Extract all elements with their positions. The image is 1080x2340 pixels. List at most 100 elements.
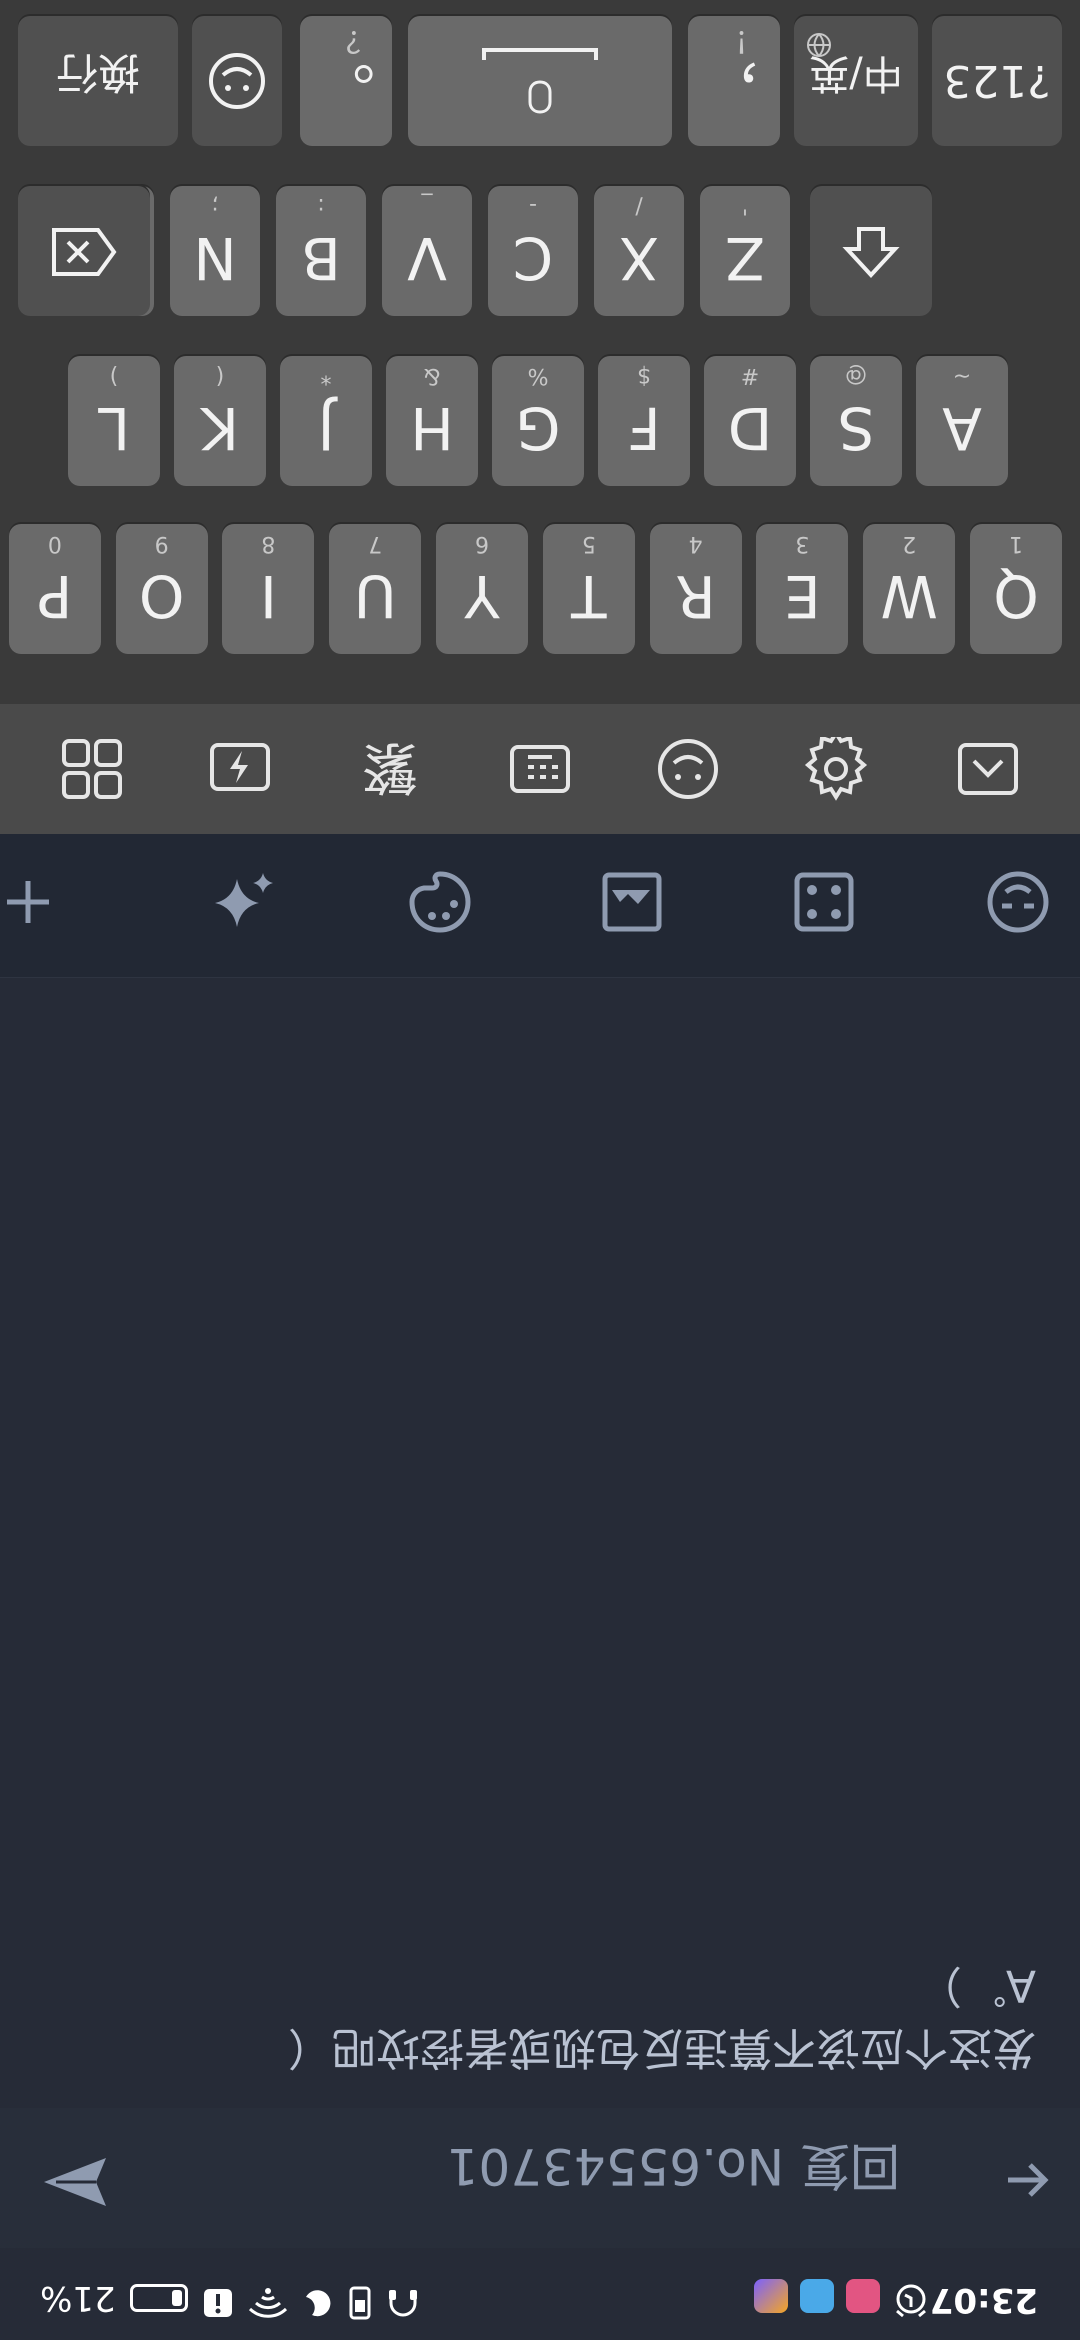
key-o[interactable]: O9 (115, 524, 208, 654)
period-key-sub: ？ (331, 23, 361, 58)
key-label: V (407, 224, 447, 292)
key-label: K (200, 394, 240, 462)
key-a[interactable]: A ~ (916, 356, 1008, 486)
key-secondary-label: 8 (261, 531, 276, 556)
emoji-face-icon[interactable] (648, 729, 728, 809)
comma-key[interactable]: ， ！ (688, 16, 780, 146)
key-secondary-label: ; (211, 193, 219, 218)
key-label: J (317, 394, 335, 462)
status-time: 23:07 (929, 2280, 1038, 2320)
status-right-icons: 21% (40, 2277, 420, 2320)
status-left-icons (754, 2273, 930, 2320)
wifi-icon (248, 2278, 288, 2319)
key-secondary-label: ) (109, 363, 119, 388)
sparkle-icon[interactable] (202, 862, 282, 942)
key-secondary-label: ~ (952, 363, 972, 388)
key-label: B (301, 224, 341, 292)
key-label: E (784, 562, 821, 630)
app-icon-blue (800, 2279, 834, 2314)
key-secondary-label: - (529, 193, 537, 218)
status-bar: 23:07 21% (0, 2248, 1080, 2340)
backspace-key[interactable] (18, 186, 150, 316)
key-secondary-label: 4 (688, 531, 703, 556)
plus-icon[interactable] (0, 862, 68, 942)
emoji-key[interactable] (192, 16, 282, 146)
clipboard-keyboard-icon[interactable] (500, 729, 580, 809)
quick-phrase-icon[interactable] (200, 729, 280, 809)
shift-icon (841, 217, 901, 281)
key-secondary-label: & (423, 363, 441, 388)
emoticon-icon[interactable] (978, 862, 1058, 942)
key-s[interactable]: S @ (810, 356, 902, 486)
key-h[interactable]: H & (386, 356, 478, 486)
enter-key-label: 换行 (56, 48, 141, 97)
key-v[interactable]: V _ (382, 186, 472, 316)
key-y[interactable]: Y6 (436, 524, 528, 654)
key-label: Y (464, 562, 500, 630)
key-label: L (97, 394, 131, 462)
key-secondary-label: 2 (902, 531, 917, 556)
key-label: H (410, 394, 454, 462)
key-secondary-label: 9 (154, 531, 169, 556)
battery-icon (129, 2284, 188, 2313)
key-i[interactable]: I8 (222, 524, 315, 654)
key-secondary-label: / (635, 193, 643, 218)
key-secondary-label: 7 (368, 531, 383, 556)
key-w[interactable]: W2 (863, 524, 956, 654)
key-x[interactable]: X / (594, 186, 684, 316)
key-l[interactable]: L) (68, 356, 160, 486)
space-key[interactable] (408, 16, 672, 146)
key-label: T (571, 562, 607, 630)
key-label: Q (993, 562, 1039, 630)
key-g[interactable]: G% (492, 356, 584, 486)
headset-icon (386, 2277, 420, 2320)
key-b[interactable]: B: (276, 186, 366, 316)
key-t[interactable]: T5 (542, 524, 635, 654)
info-icon (202, 2278, 234, 2319)
key-label: X (619, 224, 659, 292)
shift-key[interactable] (810, 186, 932, 316)
key-k[interactable]: K( (174, 356, 266, 486)
key-z[interactable]: Z ' (700, 186, 790, 316)
backspace-icon (50, 222, 118, 278)
keyboard-toolbar: 繁 (0, 704, 1080, 834)
message-line-1: 发这个应该不算违反包规或者挖坟吧（ (288, 2022, 1036, 2073)
key-n[interactable]: N; (170, 186, 260, 316)
fonts-icon[interactable]: 繁 (350, 732, 430, 812)
key-p[interactable]: P0 (8, 524, 101, 654)
key-r[interactable]: R4 (649, 524, 742, 654)
key-f[interactable]: F $ (598, 356, 690, 486)
grid-icon[interactable] (52, 729, 132, 809)
key-c[interactable]: C- (488, 186, 578, 316)
composer-tools (0, 827, 1080, 978)
numbers-key[interactable]: ?123 (932, 16, 1062, 146)
settings-icon[interactable] (796, 729, 876, 809)
enter-key[interactable]: 换行 (18, 16, 178, 146)
key-label: C (512, 224, 554, 292)
palette-icon[interactable] (400, 862, 480, 942)
send-icon[interactable] (40, 2146, 112, 2218)
key-secondary-label: # (740, 363, 760, 388)
key-e[interactable]: E3 (756, 524, 849, 654)
key-secondary-label: 6 (475, 531, 489, 556)
back-arrow-icon[interactable] (1002, 2141, 1052, 2206)
key-secondary-label: 1 (1009, 531, 1023, 556)
dice-icon[interactable] (784, 862, 864, 942)
language-switch-key[interactable]: 中/英 (794, 16, 918, 146)
key-label: P (37, 562, 73, 630)
key-label: Z (725, 224, 765, 292)
app-icon-pink (846, 2279, 880, 2314)
key-j[interactable]: J * (280, 356, 372, 486)
battery-percent: 21% (40, 2278, 116, 2319)
key-u[interactable]: U7 (329, 524, 422, 654)
key-d[interactable]: D # (704, 356, 796, 486)
key-secondary-label: 5 (581, 531, 596, 556)
key-label: A (942, 394, 982, 462)
key-q[interactable]: Q1 (970, 524, 1062, 654)
image-icon[interactable] (592, 862, 672, 942)
period-key[interactable]: 。 ？ (300, 16, 392, 146)
key-label: R (675, 562, 716, 630)
collapse-keyboard-icon[interactable] (948, 729, 1028, 809)
message-input[interactable]: 发这个应该不算违反包规或者挖坟吧（ A゜） (46, 1954, 1036, 2078)
key-secondary-label: 0 (47, 531, 62, 556)
